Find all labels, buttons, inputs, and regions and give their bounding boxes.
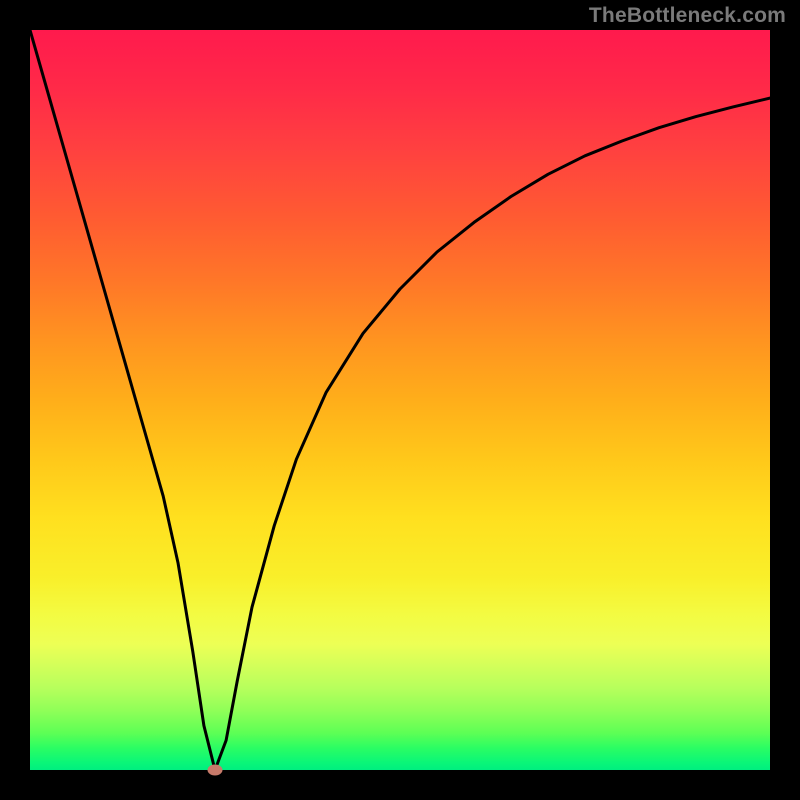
minimum-marker (208, 765, 223, 776)
bottleneck-curve (30, 30, 770, 770)
chart-container: TheBottleneck.com (0, 0, 800, 800)
plot-area (30, 30, 770, 770)
curve-svg (30, 30, 770, 770)
attribution-text: TheBottleneck.com (589, 4, 786, 28)
